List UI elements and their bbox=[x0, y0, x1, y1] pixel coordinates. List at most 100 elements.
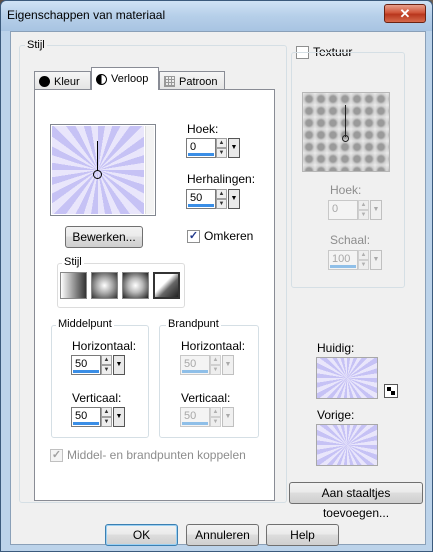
gradient-preview[interactable] bbox=[50, 124, 156, 216]
spin-down-icon: ▼ bbox=[210, 417, 221, 427]
texture-schaal-spinner: ▲ ▼ bbox=[358, 250, 369, 270]
sunburst-style-button[interactable] bbox=[153, 272, 180, 299]
reverse-checkbox[interactable]: ✓ bbox=[187, 230, 200, 243]
dialog-client-area: Stijl Kleur Verloop Patroon Hoek: 0 ▲ ▼ … bbox=[10, 31, 426, 546]
help-button[interactable]: Help bbox=[266, 524, 339, 546]
spin-down-icon: ▼ bbox=[358, 210, 369, 220]
texture-hoek-input: 0 bbox=[328, 200, 358, 220]
previous-label: Vorige: bbox=[317, 408, 355, 422]
link-points-label: Middel- en brandpunten koppelen bbox=[67, 448, 246, 462]
edit-gradient-button[interactable]: Bewerken... bbox=[65, 226, 143, 248]
link-points-checkbox: ✓ bbox=[50, 449, 63, 462]
middelpunt-verticaal-value: 50 bbox=[75, 410, 88, 422]
window-title: Eigenschappen van materiaal bbox=[7, 8, 166, 22]
brandpunt-horizontaal-input: 50 bbox=[180, 355, 210, 375]
middelpunt-horizontaal-spinner[interactable]: ▲ ▼ bbox=[101, 355, 112, 375]
spin-down-icon[interactable]: ▼ bbox=[216, 199, 227, 209]
tab-patroon-label: Patroon bbox=[179, 75, 218, 88]
middelpunt-verticaal-label: Verticaal: bbox=[72, 391, 122, 405]
tab-verloop[interactable]: Verloop bbox=[91, 67, 159, 90]
middelpunt-verticaal-spinner[interactable]: ▲ ▼ bbox=[101, 407, 112, 427]
texture-schaal-dropdown: ▼ bbox=[370, 250, 382, 270]
middelpunt-verticaal-input[interactable]: 50 bbox=[71, 407, 101, 427]
style-group-label: Stijl bbox=[25, 39, 47, 51]
texture-schaal-label: Schaal: bbox=[330, 233, 371, 247]
texture-hoek-dropdown: ▼ bbox=[370, 200, 382, 220]
middelpunt-verticaal-dropdown[interactable]: ▼ bbox=[113, 407, 125, 427]
spin-up-icon[interactable]: ▲ bbox=[101, 355, 112, 365]
brandpunt-verticaal-value: 50 bbox=[184, 410, 197, 422]
add-to-swatches-button[interactable]: Aan staaltjes toevoegen... bbox=[289, 482, 423, 520]
spin-up-icon: ▲ bbox=[210, 355, 221, 365]
gradient-style-label: Stijl bbox=[62, 256, 84, 268]
pattern-icon bbox=[164, 76, 175, 87]
texture-schaal-input: 100 bbox=[328, 250, 358, 270]
current-swatch bbox=[316, 357, 378, 399]
brandpunt-label: Brandpunt bbox=[166, 318, 221, 330]
rectangular-style-button[interactable] bbox=[91, 272, 118, 299]
previous-swatch[interactable] bbox=[316, 424, 378, 466]
middelpunt-label: Middelpunt bbox=[56, 318, 114, 330]
spin-up-icon: ▲ bbox=[210, 407, 221, 417]
linear-style-button[interactable] bbox=[60, 272, 87, 299]
half-circle-icon bbox=[96, 73, 107, 85]
spin-up-icon: ▲ bbox=[358, 200, 369, 210]
angle-handle-icon[interactable] bbox=[97, 141, 98, 171]
middelpunt-horizontaal-input[interactable]: 50 bbox=[71, 355, 101, 375]
texture-preview bbox=[302, 92, 390, 172]
hoek-spinner[interactable]: ▲ ▼ bbox=[216, 138, 227, 158]
brandpunt-horizontaal-dropdown: ▼ bbox=[222, 355, 234, 375]
brandpunt-verticaal-spinner: ▲ ▼ bbox=[210, 407, 221, 427]
current-label: Huidig: bbox=[317, 341, 355, 355]
spin-up-icon[interactable]: ▲ bbox=[216, 189, 227, 199]
texture-hoek-label: Hoek: bbox=[330, 183, 362, 197]
texture-hoek-value: 0 bbox=[332, 203, 339, 215]
brandpunt-horizontaal-label: Horizontaal: bbox=[181, 339, 246, 353]
spin-up-icon[interactable]: ▲ bbox=[216, 138, 227, 148]
spin-down-icon: ▼ bbox=[210, 365, 221, 375]
middelpunt-horizontaal-value: 50 bbox=[75, 358, 88, 370]
reverse-label: Omkeren bbox=[204, 229, 254, 243]
herhalingen-input[interactable]: 50 bbox=[186, 189, 216, 209]
herhalingen-spinner[interactable]: ▲ ▼ bbox=[216, 189, 227, 209]
title-bar[interactable]: Eigenschappen van materiaal ✕ bbox=[1, 1, 432, 31]
middelpunt-horizontaal-label: Horizontaal: bbox=[72, 339, 137, 353]
spin-up-icon: ▲ bbox=[358, 250, 369, 260]
spin-down-icon[interactable]: ▼ bbox=[216, 148, 227, 158]
spin-down-icon[interactable]: ▼ bbox=[101, 365, 112, 375]
tab-patroon[interactable]: Patroon bbox=[159, 71, 225, 91]
spin-up-icon[interactable]: ▲ bbox=[101, 407, 112, 417]
brandpunt-horizontaal-value: 50 bbox=[184, 358, 197, 370]
spin-down-icon[interactable]: ▼ bbox=[101, 417, 112, 427]
material-properties-dialog: Eigenschappen van materiaal ✕ Stijl Kleu… bbox=[0, 0, 433, 552]
tab-kleur[interactable]: Kleur bbox=[34, 71, 91, 91]
tab-kleur-label: Kleur bbox=[54, 75, 80, 88]
herhalingen-value: 50 bbox=[190, 192, 203, 204]
texture-center-icon bbox=[342, 135, 349, 142]
tab-panel-verloop: Hoek: 0 ▲ ▼ ▼ Herhalingen: 50 ▲ ▼ ▼ Bewerk… bbox=[34, 89, 275, 501]
preview-scrollbar[interactable] bbox=[145, 126, 154, 214]
brandpunt-verticaal-label: Verticaal: bbox=[181, 391, 231, 405]
hoek-dropdown-button[interactable]: ▼ bbox=[228, 138, 240, 158]
middelpunt-horizontaal-dropdown[interactable]: ▼ bbox=[113, 355, 125, 375]
circle-icon bbox=[39, 76, 50, 87]
brandpunt-verticaal-input: 50 bbox=[180, 407, 210, 427]
brandpunt-verticaal-dropdown: ▼ bbox=[222, 407, 234, 427]
tab-verloop-label: Verloop bbox=[111, 73, 149, 85]
hoek-input[interactable]: 0 bbox=[186, 138, 216, 158]
hoek-label: Hoek: bbox=[187, 122, 219, 136]
brandpunt-horizontaal-spinner: ▲ ▼ bbox=[210, 355, 221, 375]
swap-colors-icon[interactable] bbox=[384, 384, 398, 398]
texture-angle-handle-icon bbox=[345, 105, 346, 137]
herhalingen-dropdown-button[interactable]: ▼ bbox=[228, 189, 240, 209]
texture-schaal-value: 100 bbox=[332, 253, 351, 265]
hoek-value: 0 bbox=[190, 141, 197, 153]
close-button[interactable]: ✕ bbox=[384, 4, 426, 23]
texture-hoek-spinner: ▲ ▼ bbox=[358, 200, 369, 220]
ok-button[interactable]: OK bbox=[105, 524, 178, 546]
center-point-icon[interactable] bbox=[93, 170, 102, 179]
spin-down-icon: ▼ bbox=[358, 260, 369, 270]
cancel-button[interactable]: Annuleren bbox=[186, 524, 259, 546]
radial-style-button[interactable] bbox=[122, 272, 149, 299]
herhalingen-label: Herhalingen: bbox=[187, 172, 256, 186]
